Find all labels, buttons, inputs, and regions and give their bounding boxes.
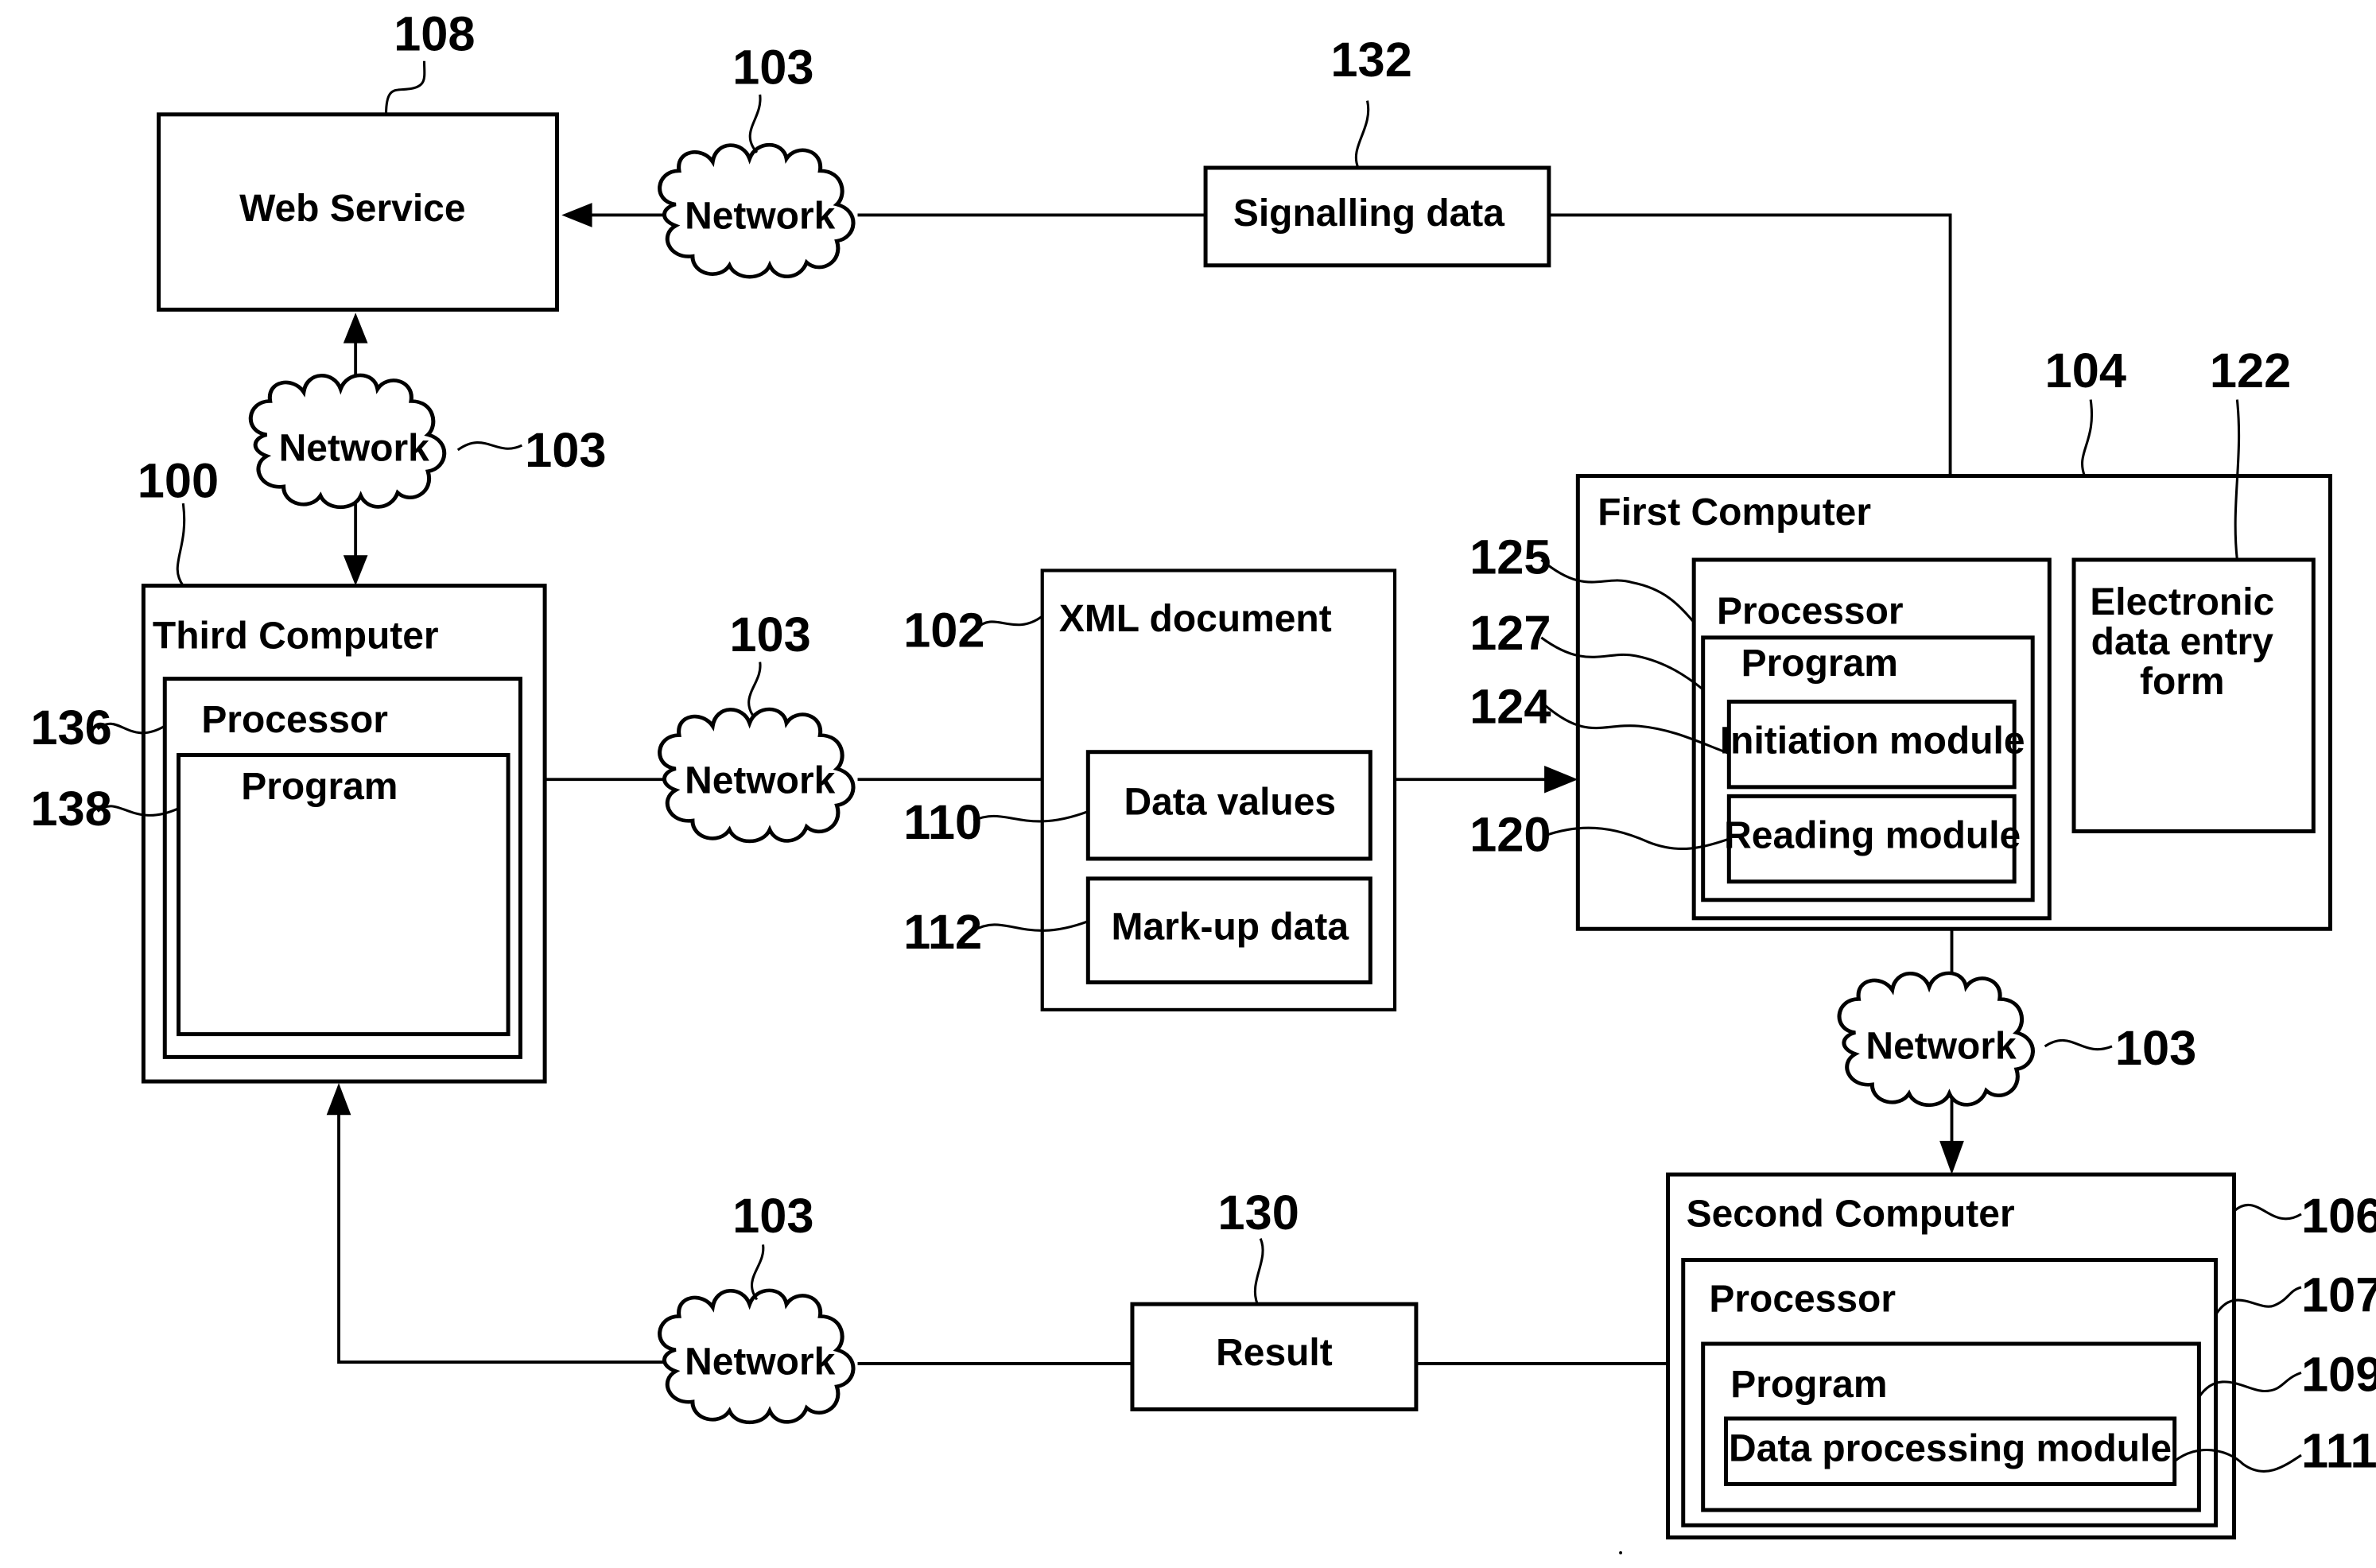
connector-signalling-to-first-computer (1548, 213, 1952, 476)
ref-104: 104 (2045, 343, 2126, 398)
ref-138: 138 (30, 782, 111, 836)
arrowhead-up-icon (343, 312, 368, 343)
ref-103-top: 103 (732, 41, 813, 95)
form-label-line3: form (2140, 661, 2225, 703)
ref-103-left: 103 (525, 423, 606, 478)
web-service-block: Web Service 108 (157, 6, 559, 312)
network-top-label: Network (685, 196, 836, 238)
signalling-data-block: Signalling data 132 (1203, 33, 1551, 268)
arrowhead-up-icon (326, 1082, 351, 1116)
connector-network-to-third-computer-bottom (337, 1107, 672, 1364)
ref-100: 100 (138, 453, 219, 508)
ref-132: 132 (1330, 33, 1411, 87)
first-program-label: Program (1741, 642, 1898, 685)
network-bottom-label: Network (685, 1341, 836, 1383)
ref-112: 112 (903, 905, 982, 960)
data-processing-module-label: Data processing module (1729, 1428, 2172, 1470)
xml-document-label: XML document (1059, 598, 1332, 640)
second-computer-label: Second Computer (1687, 1193, 2015, 1235)
form-label-line1: Electronic (2090, 581, 2274, 623)
first-computer-block: First Computer 104 Processor 125 Program… (1469, 343, 2332, 931)
ref-111: 111 (2301, 1423, 2376, 1478)
xml-document-block: XML document 102 Data values 110 Mark-up… (903, 569, 1397, 1012)
system-diagram: Web Service 108 Network 103 Network 103 … (30, 6, 2376, 1554)
second-computer-block: Second Computer 106 Processor 107 Progra… (1666, 1172, 2376, 1540)
ref-110: 110 (903, 795, 982, 850)
result-block: Result 130 (1130, 1186, 1419, 1411)
form-label-line2: data entry (2091, 621, 2274, 663)
network-left-label: Network (279, 427, 430, 469)
ref-130: 130 (1217, 1186, 1299, 1240)
arrowhead-right-icon (1544, 765, 1578, 794)
ref-107: 107 (2301, 1268, 2376, 1323)
arrowhead-down-icon (1939, 1140, 1964, 1175)
reading-module-label: Reading module (1724, 815, 2021, 857)
arrowhead-down-icon (343, 555, 368, 586)
web-service-label: Web Service (239, 188, 465, 230)
first-processor-label: Processor (1717, 591, 1904, 633)
ref-102: 102 (903, 603, 984, 658)
signalling-data-label: Signalling data (1233, 192, 1504, 235)
ref-124: 124 (1469, 679, 1551, 734)
ref-122: 122 (2210, 343, 2291, 398)
ref-103-right: 103 (2115, 1021, 2196, 1076)
network-middle-label: Network (685, 760, 836, 802)
result-label: Result (1216, 1332, 1333, 1374)
ref-108: 108 (394, 6, 475, 61)
network-right-label: Network (1865, 1025, 2017, 1067)
ref-106: 106 (2301, 1189, 2376, 1244)
markup-data-label: Mark-up data (1112, 906, 1349, 949)
second-program-label: Program (1730, 1364, 1887, 1406)
second-processor-label: Processor (1709, 1279, 1896, 1321)
third-processor-label: Processor (201, 699, 388, 741)
ref-109: 109 (2301, 1347, 2376, 1402)
ref-120: 120 (1469, 807, 1551, 862)
third-program-label: Program (241, 766, 398, 808)
first-computer-label: First Computer (1598, 491, 1871, 534)
ref-127: 127 (1469, 606, 1551, 661)
ref-103-bottom: 103 (732, 1189, 813, 1244)
data-values-label: Data values (1124, 781, 1336, 823)
scan-speck (1619, 1551, 1622, 1554)
ref-125: 125 (1469, 530, 1551, 584)
third-computer-label: Third Computer (153, 615, 439, 657)
initiation-module-label: Initiation module (1720, 720, 2025, 763)
arrowhead-left-icon (561, 203, 592, 227)
ref-103-middle: 103 (729, 607, 810, 662)
ref-136: 136 (30, 701, 111, 755)
third-computer-block: Third Computer Processor Program 100 136… (30, 453, 547, 1084)
